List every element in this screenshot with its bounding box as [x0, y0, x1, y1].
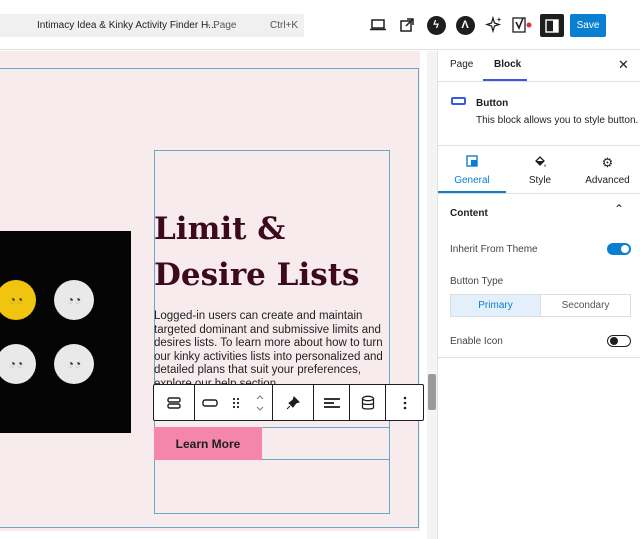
tab-style-label: Style	[528, 174, 552, 186]
section-paragraph[interactable]: Logged-in users can create and maintain …	[154, 310, 386, 391]
align-button[interactable]	[314, 385, 350, 420]
tab-general[interactable]: General	[438, 146, 506, 194]
buttons-block-icon	[167, 396, 181, 409]
settings-panel-toggle[interactable]	[540, 14, 564, 37]
align-left-icon	[323, 397, 340, 408]
inspector-tabs: General Style ⚙ Advanced	[438, 146, 640, 194]
database-icon	[361, 395, 374, 410]
active-tab-indicator	[483, 79, 527, 81]
parent-block-button[interactable]	[154, 385, 195, 420]
pin-icon	[286, 395, 300, 409]
document-title: Intimacy Idea & Kinky Activity Finder H.…	[37, 20, 217, 31]
bolt-plugin-icon[interactable]: ϟ	[426, 15, 446, 35]
tab-general-label: General	[454, 174, 490, 186]
face-emoji-icon: ◔◔	[0, 344, 36, 384]
paint-bucket-icon	[533, 155, 547, 169]
general-icon	[466, 154, 478, 169]
block-mover	[195, 385, 273, 420]
active-inspector-indicator	[438, 191, 506, 193]
block-options-button[interactable]	[386, 385, 423, 420]
section-heading[interactable]: Limit & Desire Lists	[154, 206, 389, 298]
editor-window: Intimacy Idea & Kinky Activity Finder H.…	[0, 0, 640, 539]
tab-style[interactable]: Style	[506, 146, 574, 194]
face-emoji-icon: ◔◔	[54, 280, 94, 320]
button-block-icon[interactable]	[202, 398, 218, 408]
transform-button[interactable]	[273, 385, 314, 420]
more-vertical-icon	[403, 396, 406, 409]
command-palette-bar[interactable]: Intimacy Idea & Kinky Activity Finder H.…	[0, 14, 304, 37]
dynamic-content-button[interactable]	[350, 385, 386, 420]
scrollbar-thumb[interactable]	[428, 374, 436, 410]
block-title: Button	[476, 98, 509, 109]
inherit-theme-toggle[interactable]	[607, 243, 631, 255]
sidebar-tabs: Page Block ✕	[438, 51, 640, 82]
yoast-seo-icon[interactable]	[512, 15, 532, 35]
block-toolbar	[153, 384, 424, 421]
button-type-primary[interactable]: Primary	[451, 295, 541, 316]
learn-more-button[interactable]: Learn More	[154, 427, 262, 460]
block-description: This block allows you to style button.	[476, 115, 639, 126]
shortcut-hint: Ctrl+K	[270, 20, 299, 31]
face-emoji-icon: ◔◔	[54, 344, 94, 384]
gear-icon: ⚙	[601, 154, 614, 170]
button-type-label: Button Type	[450, 276, 504, 287]
move-up-down-icon[interactable]	[255, 393, 265, 413]
drag-handle-icon[interactable]	[232, 396, 240, 410]
content-panel-title[interactable]: Content	[450, 208, 488, 219]
astra-logo-icon[interactable]: Λ	[455, 15, 475, 35]
external-link-icon[interactable]	[397, 15, 417, 35]
editor-top-bar: Intimacy Idea & Kinky Activity Finder H.…	[0, 0, 640, 50]
document-type: - Page	[207, 20, 237, 31]
tab-block[interactable]: Block	[494, 59, 521, 70]
face-emoji-icon: ◔◔	[0, 280, 36, 320]
tab-page[interactable]: Page	[450, 59, 473, 70]
tab-advanced[interactable]: ⚙ Advanced	[574, 146, 640, 194]
block-card: Button This block allows you to style bu…	[438, 82, 640, 146]
canvas-scrollbar[interactable]	[427, 51, 437, 539]
button-block-icon	[451, 97, 466, 105]
button-type-selector: Primary Secondary	[450, 294, 631, 317]
button-type-secondary[interactable]: Secondary	[541, 295, 630, 316]
save-button[interactable]: Save	[570, 14, 606, 37]
chevron-up-icon[interactable]: ⌃	[614, 202, 624, 216]
panel-divider	[438, 357, 640, 358]
close-icon[interactable]: ✕	[618, 57, 629, 73]
desktop-preview-icon[interactable]	[368, 15, 388, 35]
tab-advanced-label: Advanced	[585, 174, 630, 186]
editor-canvas: ◔◔ ◔◔ ◔◔ ◔◔ Limit & Desire Lists Logged-…	[0, 51, 437, 539]
inherit-theme-label: Inherit From Theme	[450, 244, 538, 255]
ai-sparkle-icon[interactable]	[484, 15, 504, 35]
enable-icon-toggle[interactable]	[607, 335, 631, 347]
enable-icon-label: Enable Icon	[450, 336, 503, 347]
emoji-image[interactable]: ◔◔ ◔◔ ◔◔ ◔◔	[0, 231, 131, 433]
settings-sidebar: Page Block ✕ Button This block allows yo…	[437, 51, 640, 539]
